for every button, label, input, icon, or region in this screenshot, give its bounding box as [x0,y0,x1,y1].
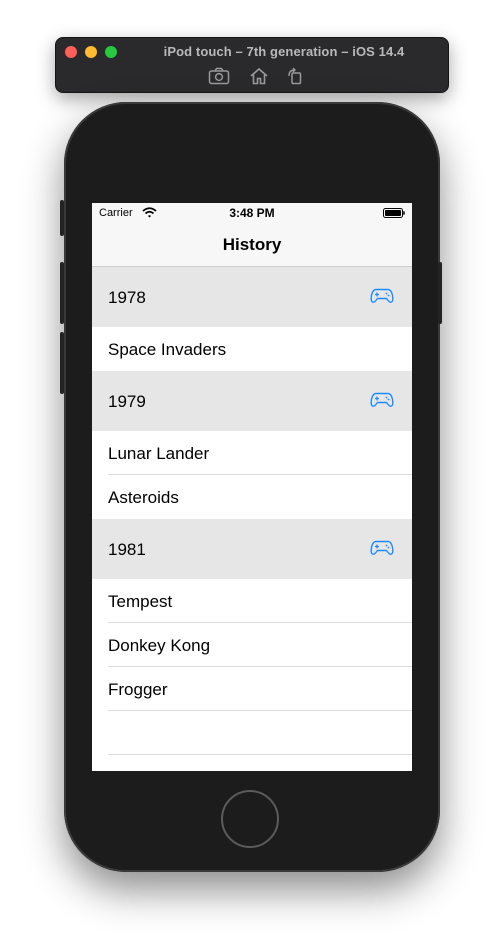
status-time: 3:48 PM [229,206,275,220]
rotate-button[interactable] [284,66,306,86]
game-title: Frogger [108,680,168,699]
list-item[interactable]: Asteroids [92,475,412,519]
list-item[interactable]: Tempest [92,579,412,623]
history-table[interactable]: 1978 Space Invaders 1979 Lunar Lander As… [92,267,412,771]
home-button[interactable] [221,790,279,848]
close-window-button[interactable] [65,46,77,58]
screenshot-button[interactable] [208,66,230,86]
gamecontroller-icon[interactable] [370,288,394,304]
rotate-icon [288,67,302,85]
navigation-bar: History [92,223,412,267]
empty-row [92,755,412,771]
game-title: Lunar Lander [108,444,210,463]
home-button-tool[interactable] [248,66,270,86]
list-item[interactable]: Lunar Lander [92,431,412,475]
device-screen: Carrier 3:48 PM History 1978 Space Invad… [92,203,412,771]
empty-row [92,711,412,755]
game-title: Asteroids [108,488,179,507]
home-icon [250,67,268,85]
section-header-1979[interactable]: 1979 [92,371,412,431]
gamecontroller-icon[interactable] [370,540,394,556]
section-year-label: 1981 [108,540,146,559]
page-title: History [222,235,282,254]
list-item[interactable]: Frogger [92,667,412,711]
battery-icon [383,208,405,218]
section-year-label: 1978 [108,288,146,307]
simulator-toolbar: iPod touch – 7th generation – iOS 14.4 [55,37,449,93]
volume-down-button [60,332,64,394]
minimize-window-button[interactable] [85,46,97,58]
mute-switch [60,200,64,236]
volume-up-button [60,262,64,324]
screenshot-icon [208,67,230,85]
list-item[interactable]: Donkey Kong [92,623,412,667]
simulator-title: iPod touch – 7th generation – iOS 14.4 [163,44,405,59]
section-header-1978[interactable]: 1978 [92,267,412,327]
power-button [438,262,442,324]
section-header-1981[interactable]: 1981 [92,519,412,579]
game-title: Space Invaders [108,340,227,359]
section-year-label: 1979 [108,392,146,411]
game-title: Tempest [108,592,173,611]
game-title: Donkey Kong [108,636,211,655]
maximize-window-button[interactable] [105,46,117,58]
status-bar: Carrier 3:48 PM [92,203,412,223]
gamecontroller-icon[interactable] [370,392,394,408]
list-item[interactable]: Space Invaders [92,327,412,371]
